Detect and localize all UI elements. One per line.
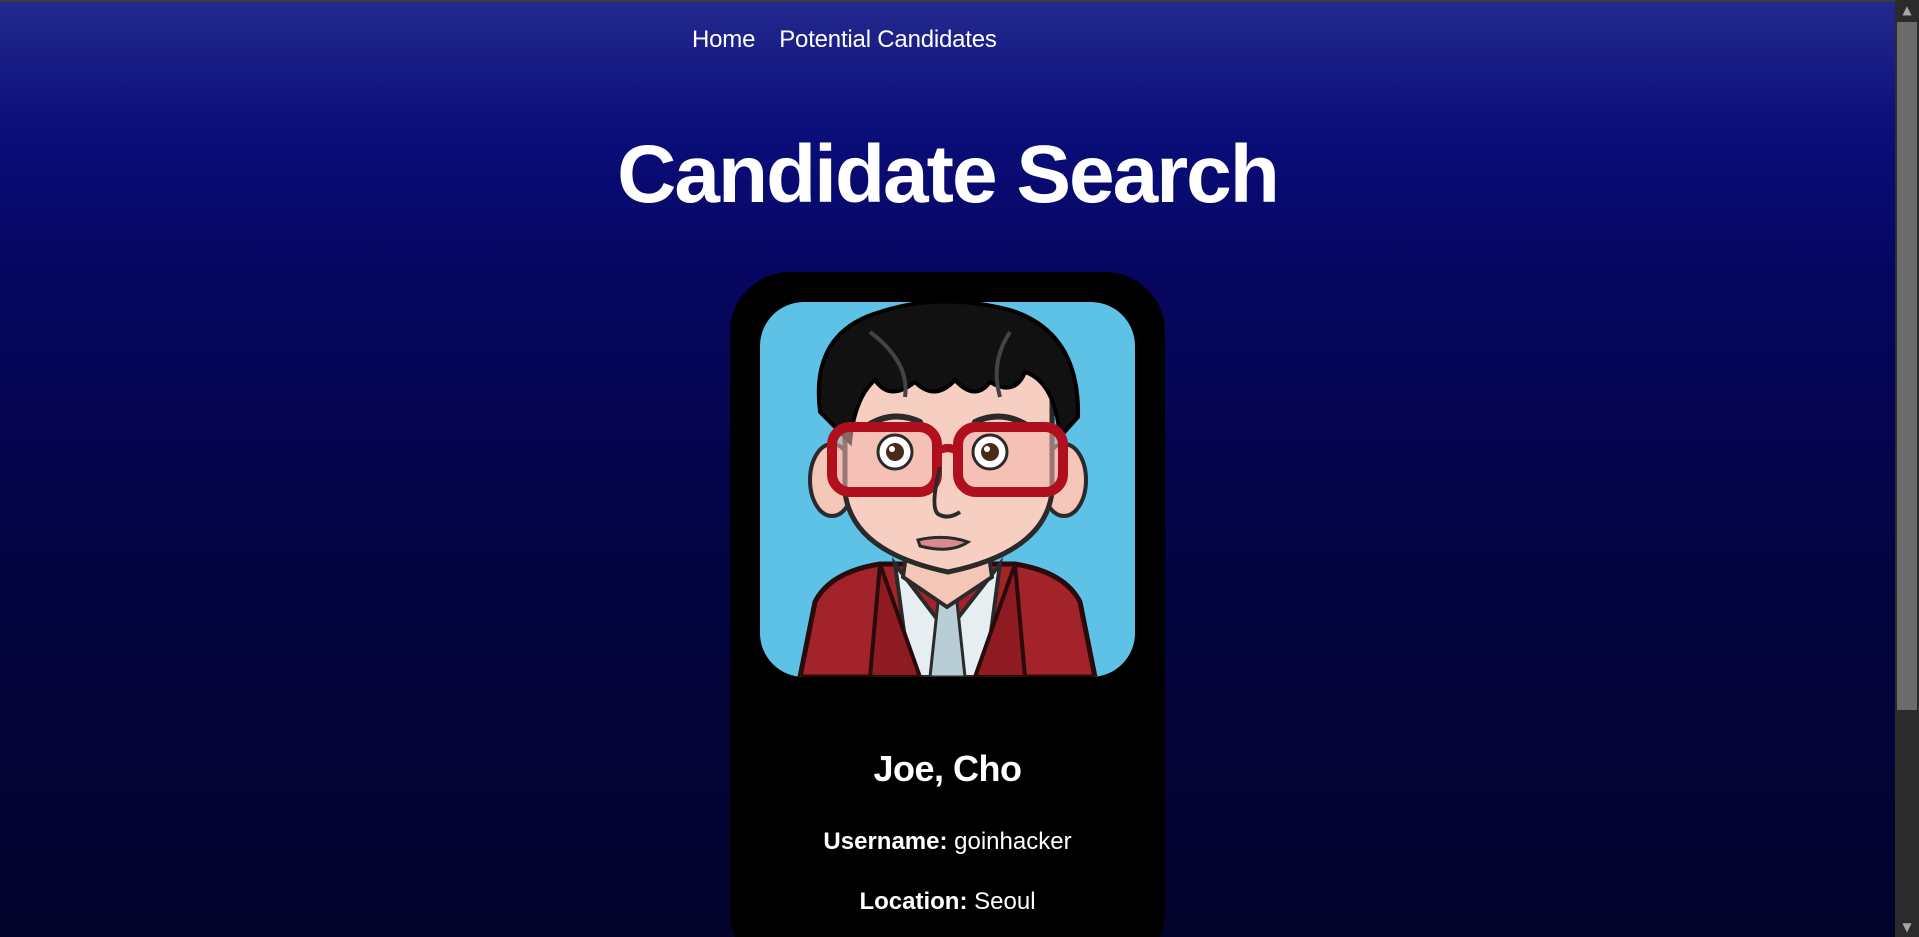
nav-link-potential-candidates[interactable]: Potential Candidates bbox=[779, 26, 997, 54]
username-value: goinhacker bbox=[954, 828, 1072, 855]
candidate-avatar bbox=[760, 302, 1135, 677]
scroll-up-arrow-icon[interactable]: ▲ bbox=[1895, 0, 1919, 20]
candidate-card: Joe, Cho Username: goinhacker Location: … bbox=[730, 272, 1165, 937]
location-value: Seoul bbox=[974, 888, 1036, 915]
scroll-down-arrow-icon[interactable]: ▼ bbox=[1895, 917, 1919, 937]
top-nav: Home Potential Candidates bbox=[692, 26, 997, 54]
scrollbar-thumb[interactable] bbox=[1897, 22, 1917, 710]
username-label: Username: bbox=[823, 828, 948, 855]
window-top-edge bbox=[0, 0, 1895, 2]
vertical-scrollbar[interactable]: ▲ ▼ bbox=[1895, 0, 1919, 937]
page-title: Candidate Search bbox=[617, 129, 1280, 220]
candidate-location-row: Location: Seoul bbox=[730, 888, 1165, 916]
page-viewport: Home Potential Candidates Candidate Sear… bbox=[0, 0, 1895, 937]
location-label: Location: bbox=[859, 888, 968, 915]
cartoon-avatar-icon bbox=[797, 302, 1098, 677]
nav-link-home[interactable]: Home bbox=[692, 26, 755, 54]
candidate-username-row: Username: goinhacker bbox=[730, 828, 1165, 856]
candidate-name: Joe, Cho bbox=[873, 748, 1022, 789]
